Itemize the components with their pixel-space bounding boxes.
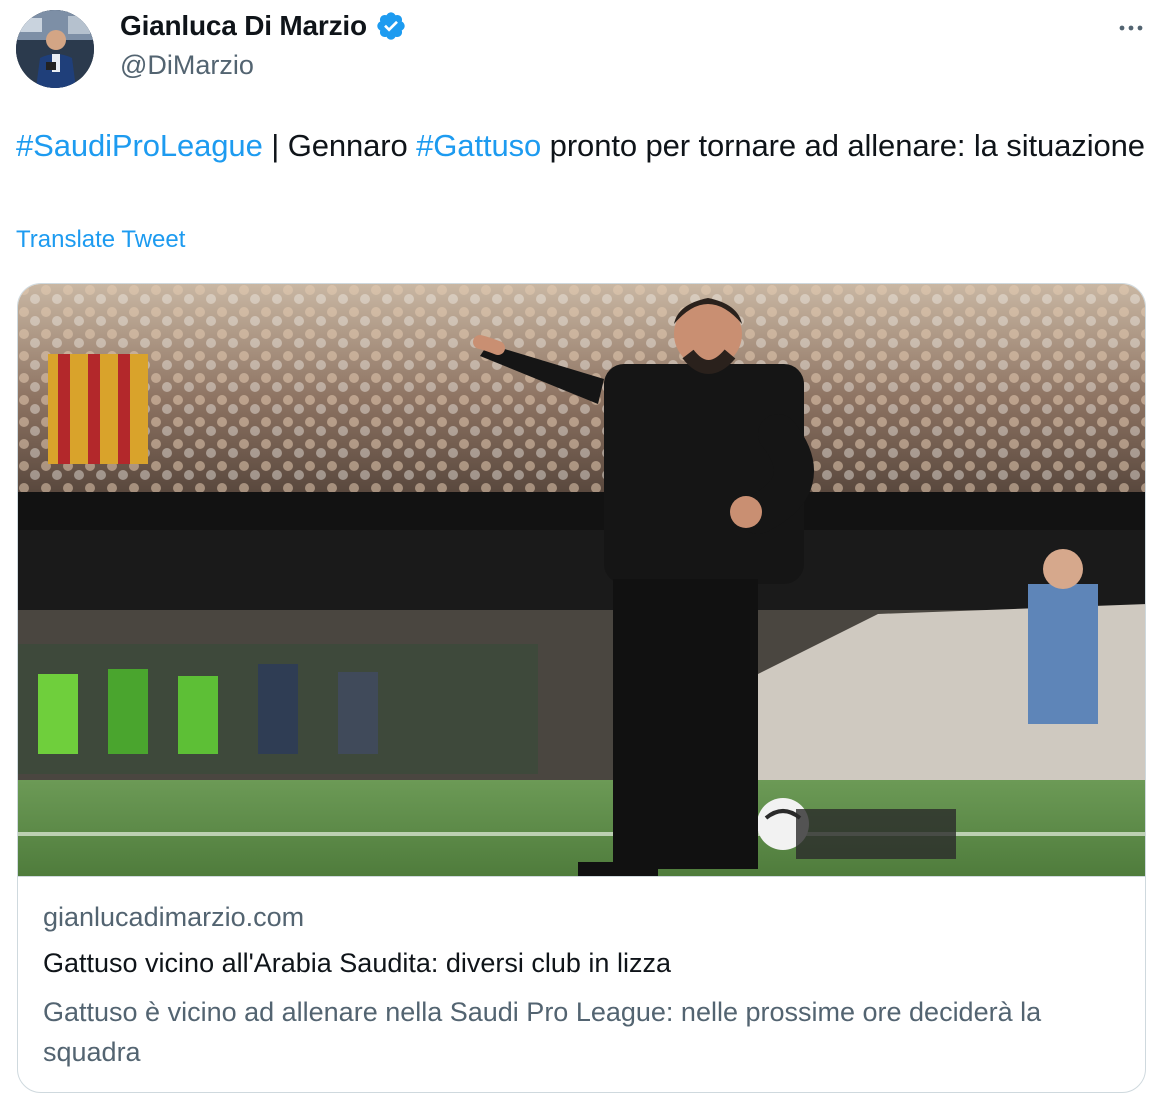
- author-info: Gianluca Di Marzio @DiMarzio: [120, 6, 407, 81]
- card-description: Gattuso è vicino ad allenare nella Saudi…: [43, 997, 1042, 1067]
- author-name-row: Gianluca Di Marzio: [120, 6, 407, 46]
- more-dots-icon[interactable]: [1115, 12, 1147, 44]
- hashtag-gattuso[interactable]: #Gattuso: [416, 128, 541, 163]
- link-card[interactable]: gianlucadimarzio.com Gattuso vicino all'…: [17, 283, 1146, 1093]
- author-avatar[interactable]: [16, 10, 94, 88]
- tweet-text: #SaudiProLeague | Gennaro #Gattuso pront…: [16, 122, 1151, 170]
- tweet-text-segment: | Gennaro: [262, 128, 417, 163]
- author-display-name[interactable]: Gianluca Di Marzio: [120, 10, 367, 42]
- author-handle[interactable]: @DiMarzio: [120, 50, 407, 81]
- tweet: Gianluca Di Marzio @DiMarzio #SaudiProLe…: [0, 0, 1169, 1096]
- translate-tweet-link[interactable]: Translate Tweet: [16, 226, 185, 254]
- card-domain: gianlucadimarzio.com: [43, 902, 305, 932]
- hashtag-saudiproleague[interactable]: #SaudiProLeague: [16, 128, 263, 163]
- coach-pointing-photo[interactable]: [18, 284, 1145, 877]
- verified-badge-icon: [375, 10, 407, 42]
- tweet-text-segment: pronto per tornare ad allenare: la situa…: [541, 128, 1145, 163]
- card-body: gianlucadimarzio.com Gattuso vicino all'…: [43, 902, 1123, 1072]
- card-title: Gattuso vicino all'Arabia Saudita: diver…: [43, 948, 671, 978]
